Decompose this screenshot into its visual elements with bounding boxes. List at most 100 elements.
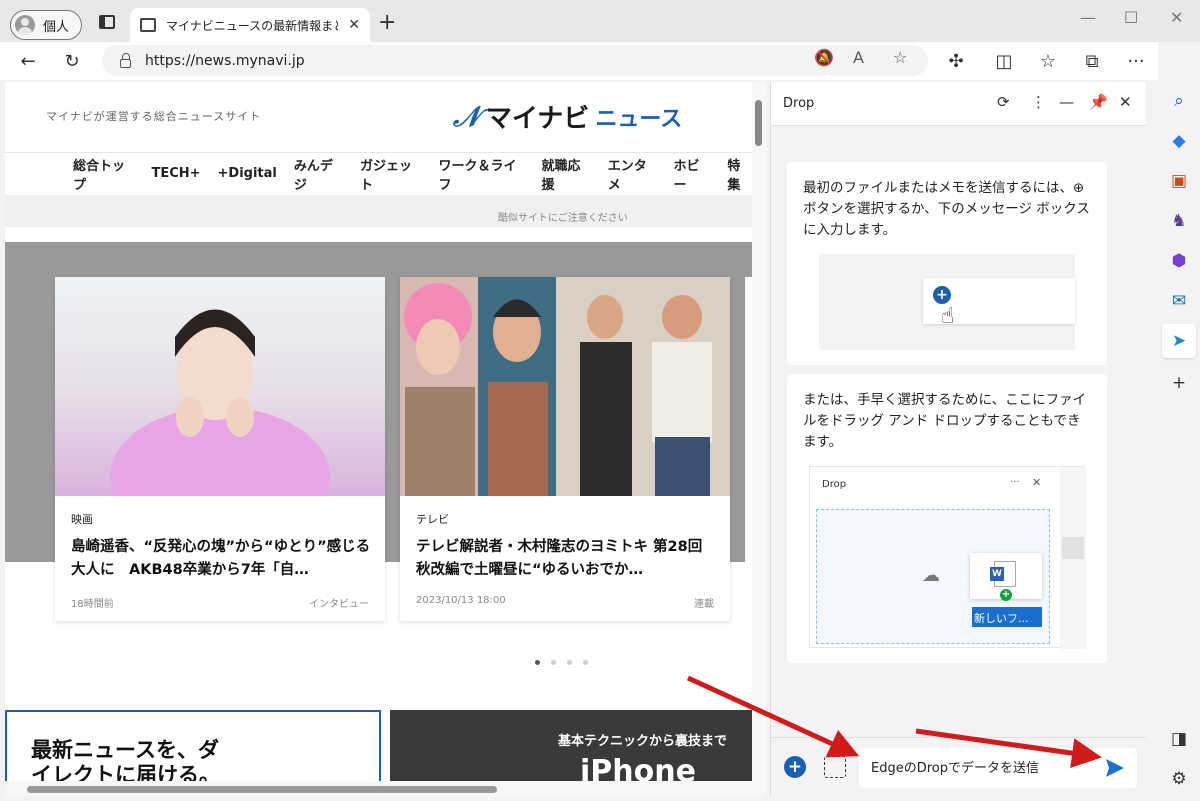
scroll-thumb[interactable] xyxy=(755,100,762,146)
message-box xyxy=(859,748,1137,788)
nav-item[interactable]: 就職応援 xyxy=(542,155,591,193)
maximize-button[interactable]: ☐ xyxy=(1124,8,1138,27)
lock-icon xyxy=(120,52,131,68)
banner-title: iPhone xyxy=(580,754,696,781)
nav-item[interactable]: ガジェット xyxy=(360,155,421,193)
carousel-dot[interactable] xyxy=(535,660,540,665)
nav-item[interactable]: ホビー xyxy=(674,155,711,193)
tools-briefcase-icon[interactable]: ▣ xyxy=(1168,170,1190,192)
news-banner[interactable]: 最新ニュースを、ダイレクトに届ける。 xyxy=(5,710,381,781)
site-logo[interactable]: 𝒩 マイナビ ニュース xyxy=(453,98,682,135)
edge-sidebar: ⌕ ◆ ▣ ♞ ⬢ ✉ ➤ + ◨ ⚙ xyxy=(1158,42,1200,801)
scroll-thumb[interactable] xyxy=(27,786,497,793)
nav-item[interactable]: 特集 xyxy=(727,155,752,193)
hand-cursor-icon: ☝ xyxy=(941,304,955,329)
games-icon[interactable]: ♞ xyxy=(1168,210,1190,232)
more-menu-icon[interactable]: ··· xyxy=(1122,48,1150,74)
message-input[interactable] xyxy=(871,758,1091,778)
shopping-tag-icon[interactable]: ◆ xyxy=(1168,130,1190,152)
article-photo xyxy=(55,277,385,547)
screenshot-button[interactable] xyxy=(824,756,846,778)
logo-main-text: マイナビ xyxy=(485,104,590,134)
article-title[interactable]: 島崎遥香、“反発心の塊”から“ゆとり”感じる大人に AKB48卒業から7年「自… xyxy=(71,536,371,582)
horizontal-scrollbar[interactable] xyxy=(5,781,766,797)
next-card-peek xyxy=(745,277,752,621)
close-tab-icon[interactable]: ✕ xyxy=(348,17,360,33)
mute-icon[interactable]: 🔕 xyxy=(814,48,834,67)
pin-icon[interactable]: 📌 xyxy=(1089,93,1108,111)
drop-panel: Drop ⟳ ⋮ — 📌 ✕ 最初のファイルまたはメモを送信するには、⊕ ボタン… xyxy=(770,82,1146,797)
collections-icon[interactable]: ⧉ xyxy=(1078,48,1106,74)
article-card[interactable]: 映画 島崎遥香、“反発心の塊”から“ゆとり”感じる大人に AKB48卒業から7年… xyxy=(55,277,385,621)
word-icon: W xyxy=(990,567,1004,581)
search-icon[interactable]: ⌕ xyxy=(1168,90,1190,112)
address-bar[interactable]: https://news.mynavi.jp xyxy=(102,45,928,76)
hint-text: または、手早く選択するために、ここにファイルをドラッグ アンド ドロップすること… xyxy=(803,392,1087,450)
read-aloud-icon[interactable]: A xyxy=(853,48,864,67)
drop-hint-card: 最初のファイルまたはメモを送信するには、⊕ ボタンを選択するか、下のメッセージ … xyxy=(787,162,1107,365)
file-name: 新しいフ... xyxy=(972,607,1042,627)
notice-text[interactable]: 酷似サイトにご注意ください xyxy=(498,209,628,224)
article-title[interactable]: テレビ解説者・木村隆志のヨミトキ 第28回 秋改編で土曜昼に“ゆるいおでか… xyxy=(416,536,716,582)
banner-subtitle: 基本テクニックから裏技まで xyxy=(558,734,728,749)
carousel-dot[interactable] xyxy=(551,660,556,665)
tab-title: マイナビニュースの最新情報まとめ - エ xyxy=(166,18,339,33)
tab-active[interactable]: マイナビニュースの最新情報まとめ - エ ✕ xyxy=(130,8,370,42)
logo-sub-text: ニュース xyxy=(595,106,683,132)
portrait-photo xyxy=(110,309,330,547)
illus-title: Drop xyxy=(822,479,847,490)
hint-text: 最初のファイルまたはメモを送信するには、⊕ ボタンを選択するか、下のメッセージ … xyxy=(803,180,1090,238)
nav-item[interactable]: TECH+ xyxy=(151,166,200,181)
add-file-button[interactable]: + xyxy=(784,756,806,778)
avatar-icon xyxy=(15,15,35,35)
hide-sidebar-icon[interactable]: ◨ xyxy=(1168,728,1190,750)
illus-sidebar xyxy=(1060,467,1086,649)
extensions-icon[interactable]: ✣ xyxy=(942,48,970,74)
iphone-banner[interactable]: 基本テクニックから裏技まで iPhone xyxy=(390,710,752,781)
drop-header: Drop ⟳ ⋮ — 📌 ✕ xyxy=(771,82,1146,126)
close-window-button[interactable]: ✕ xyxy=(1170,8,1183,27)
refresh-button[interactable]: ↻ xyxy=(58,48,86,74)
plus-button-illustration: + ☝ xyxy=(819,254,1075,350)
drop-icon[interactable]: ➤ xyxy=(1168,330,1190,352)
nav-item[interactable]: みんデジ xyxy=(294,155,343,193)
more-options-icon[interactable]: ⋮ xyxy=(1031,93,1046,111)
article-card[interactable]: テレビ テレビ解説者・木村隆志のヨミトキ 第28回 秋改編で土曜昼に“ゆるいおで… xyxy=(400,277,730,621)
vertical-scrollbar[interactable] xyxy=(752,82,766,781)
nav-item[interactable]: エンタメ xyxy=(608,155,657,193)
toolbar: ← ↻ https://news.mynavi.jp 🔕 A ☆ ✣ ◫ ☆ ⧉… xyxy=(0,42,1200,80)
settings-gear-icon[interactable]: ⚙ xyxy=(1168,768,1190,790)
article-label: インタビュー xyxy=(309,599,369,610)
upload-cloud-icon: ☁ xyxy=(922,565,940,586)
send-icon[interactable] xyxy=(1103,756,1127,780)
favicon-icon xyxy=(140,18,156,32)
site-tagline: マイナビが運営する総合ニュースサイト xyxy=(46,110,262,123)
close-pane-icon[interactable]: ✕ xyxy=(1119,93,1132,111)
file-thumbnail: W + xyxy=(970,553,1042,601)
favorite-star-icon[interactable]: ☆ xyxy=(893,48,907,67)
favorites-icon[interactable]: ☆ xyxy=(1034,48,1062,74)
split-screen-icon[interactable]: ◫ xyxy=(990,48,1018,74)
group-photo xyxy=(400,277,730,496)
drag-drop-illustration: Drop ··· ✕ ☁ W + 新しいフ... xyxy=(809,466,1086,649)
back-button[interactable]: ← xyxy=(14,48,42,74)
new-tab-button[interactable]: + xyxy=(378,12,396,34)
outlook-icon[interactable]: ✉ xyxy=(1168,290,1190,312)
nav-item[interactable]: +Digital xyxy=(218,166,277,181)
minimize-pane-icon[interactable]: — xyxy=(1059,93,1074,111)
add-sidebar-app-icon[interactable]: + xyxy=(1168,372,1190,394)
carousel-dot[interactable] xyxy=(583,660,588,665)
illus-more-icon: ··· xyxy=(1010,477,1020,488)
sync-icon[interactable]: ⟳ xyxy=(997,93,1010,111)
profile-button[interactable]: 個人 xyxy=(10,10,82,40)
logo-mark-icon: 𝒩 xyxy=(453,99,480,133)
nav-item[interactable]: ワーク＆ライフ xyxy=(439,155,525,193)
tab-actions-icon[interactable] xyxy=(99,15,115,29)
tab-strip: 個人 マイナビニュースの最新情報まとめ - エ ✕ + — ☐ ✕ xyxy=(0,0,1200,42)
article-photo xyxy=(400,277,730,496)
banner-text: 最新ニュースを、ダイレクトに届ける。 xyxy=(31,738,220,781)
carousel-dot[interactable] xyxy=(567,660,572,665)
microsoft365-icon[interactable]: ⬢ xyxy=(1168,250,1190,272)
minimize-button[interactable]: — xyxy=(1080,8,1096,27)
profile-label: 個人 xyxy=(43,19,70,35)
